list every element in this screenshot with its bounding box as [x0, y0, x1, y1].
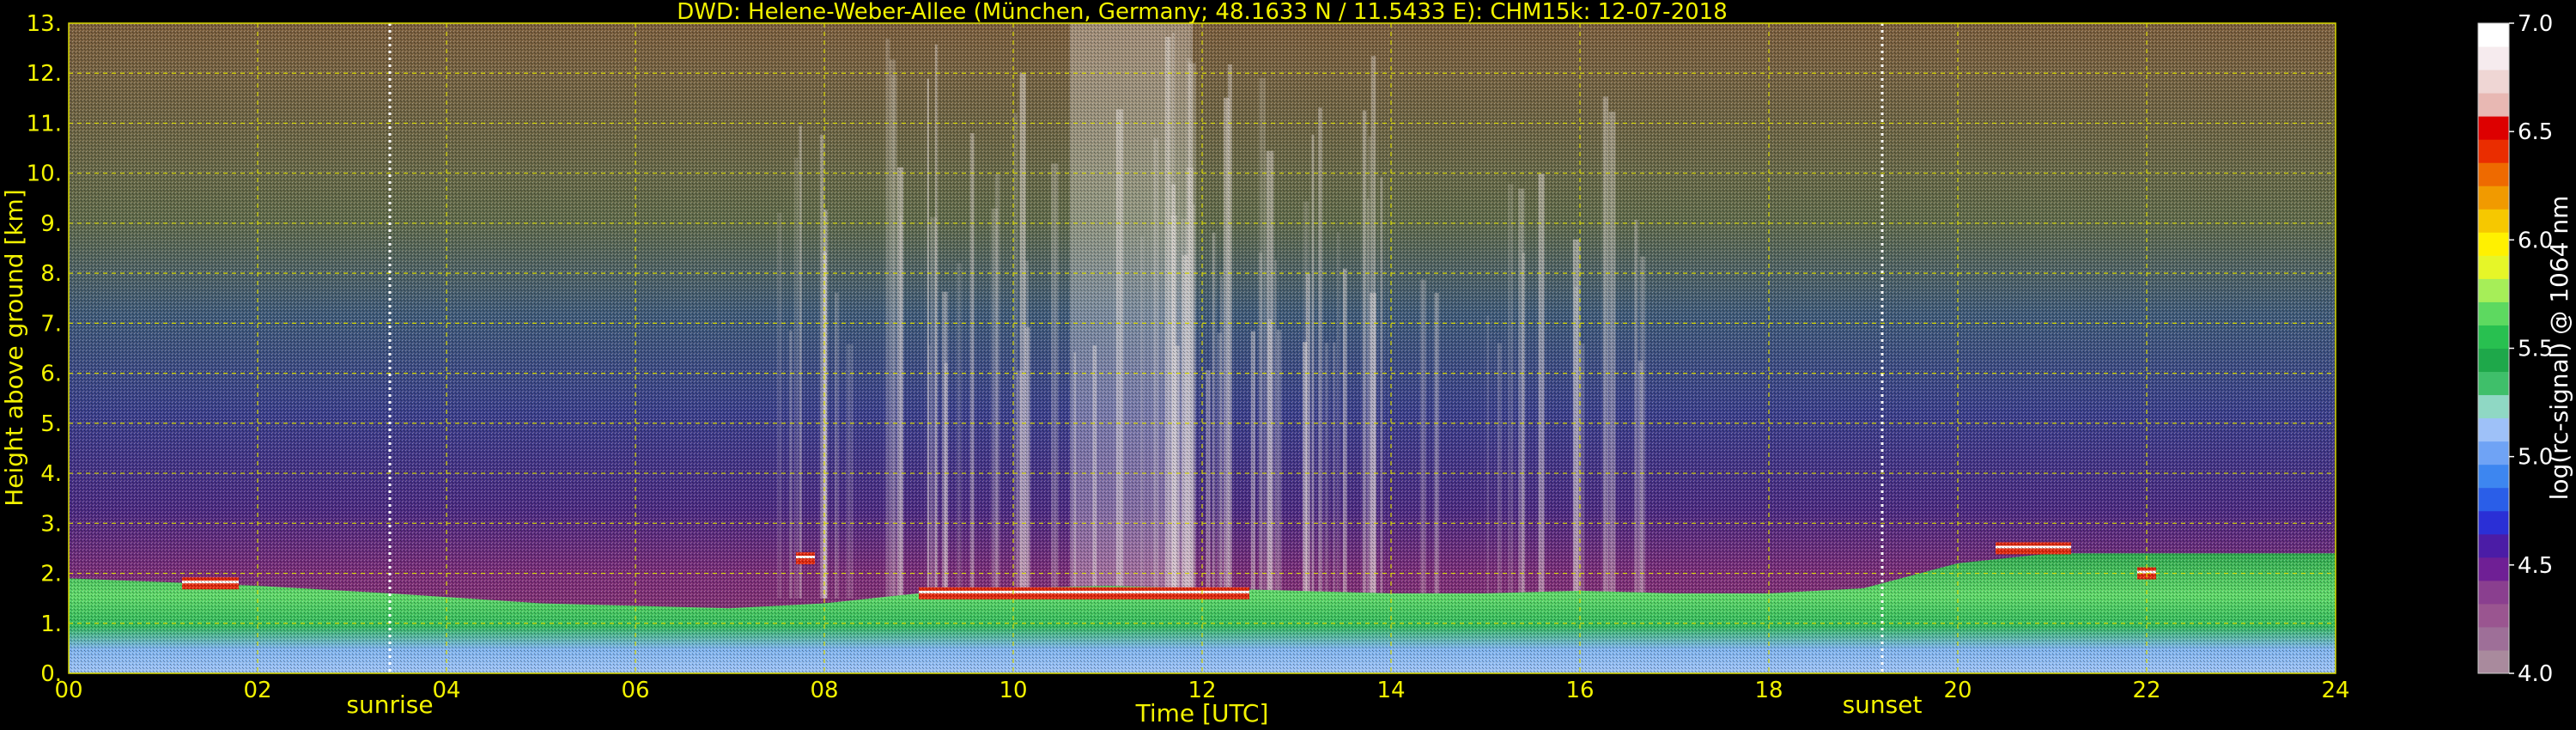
y-tick-label: 8. [40, 261, 62, 287]
colorbar-bins [2478, 23, 2509, 674]
y-tick-label: 10. [27, 161, 62, 187]
colorbar-bin [2478, 580, 2509, 605]
colorbar-tick-label: 4.0 [2518, 661, 2553, 687]
x-tick-label: 14 [1376, 678, 1405, 703]
x-tick-label: 06 [621, 678, 649, 703]
y-tick-label: 6. [40, 362, 62, 387]
x-tick-label: 20 [1943, 678, 1971, 703]
colorbar-bin [2478, 232, 2509, 256]
colorbar-bin [2478, 603, 2509, 628]
colorbar-bin [2478, 325, 2509, 349]
x-tick-label: 00 [54, 678, 82, 703]
y-tick-label: 4. [40, 461, 62, 487]
colorbar-bin [2478, 116, 2509, 140]
colorbar-tick-label: 6.5 [2518, 119, 2553, 145]
y-tick-label: 7. [40, 311, 62, 337]
colorbar-bin [2478, 139, 2509, 163]
y-tick-label: 13. [27, 11, 62, 37]
y-tick-label: 9. [40, 211, 62, 237]
colorbar-bin [2478, 557, 2509, 581]
colorbar-bin [2478, 487, 2509, 512]
colorbar-bin [2478, 626, 2509, 651]
colorbar-bin [2478, 441, 2509, 465]
colorbar-bin [2478, 209, 2509, 233]
colorbar-bin [2478, 278, 2509, 302]
x-tick-label: 24 [2321, 678, 2349, 703]
y-axis-label: Height above ground [km] [0, 189, 28, 507]
x-tick-label: 16 [1565, 678, 1594, 703]
x-tick-label: 22 [2132, 678, 2160, 703]
colorbar-bin [2478, 255, 2509, 279]
x-axis-label: Time [UTC] [1135, 699, 1269, 727]
colorbar-bin [2478, 162, 2509, 186]
colorbar-bin [2478, 510, 2509, 535]
ceilometer-figure: 0.1.2.3.4.5.6.7.8.9.10.11.12.13. 00 02 04 0… [0, 0, 2573, 727]
x-tick-label: 10 [999, 678, 1027, 703]
y-tick-label: 1. [40, 611, 62, 637]
colorbar-bin [2478, 394, 2509, 419]
chart-title: DWD: Helene-Weber-Allee (München, German… [677, 0, 1728, 25]
colorbar-bin [2478, 23, 2509, 47]
y-tick-label: 5. [40, 411, 62, 437]
annotation-sunset: sunset [1843, 690, 1923, 719]
x-tick-label: 08 [810, 678, 838, 703]
colorbar-bin [2478, 371, 2509, 396]
y-tick-label: 2. [40, 562, 62, 587]
y-tick-labels: 0.1.2.3.4.5.6.7.8.9.10.11.12.13. [27, 11, 62, 687]
colorbar-bin [2478, 348, 2509, 373]
y-tick-label: 3. [40, 511, 62, 537]
x-tick-label: 18 [1754, 678, 1783, 703]
colorbar-bin [2478, 70, 2509, 94]
annotations: sunrise sunset [346, 690, 1922, 719]
colorbar-bin [2478, 417, 2509, 442]
colorbar-bin [2478, 46, 2509, 70]
y-tick-label: 11. [27, 111, 62, 137]
colorbar-bin [2478, 649, 2509, 674]
colorbar-bin [2478, 533, 2509, 558]
colorbar-tick-label: 7.0 [2518, 11, 2553, 37]
annotation-sunrise: sunrise [346, 690, 433, 719]
colorbar-tick-label: 4.5 [2518, 553, 2553, 579]
colorbar-bin [2478, 301, 2509, 325]
colorbar: 4.04.55.05.56.06.57.0 log(rc-signal) @ 1… [2477, 11, 2573, 687]
colorbar-bin [2478, 186, 2509, 210]
colorbar-bin [2478, 93, 2509, 117]
x-tick-label: 04 [432, 678, 460, 703]
colorbar-bin [2478, 464, 2509, 489]
y-tick-label: 12. [27, 61, 62, 87]
x-tick-label: 02 [243, 678, 271, 703]
colorbar-label: log(rc-signal) @ 1064 nm [2545, 196, 2573, 501]
